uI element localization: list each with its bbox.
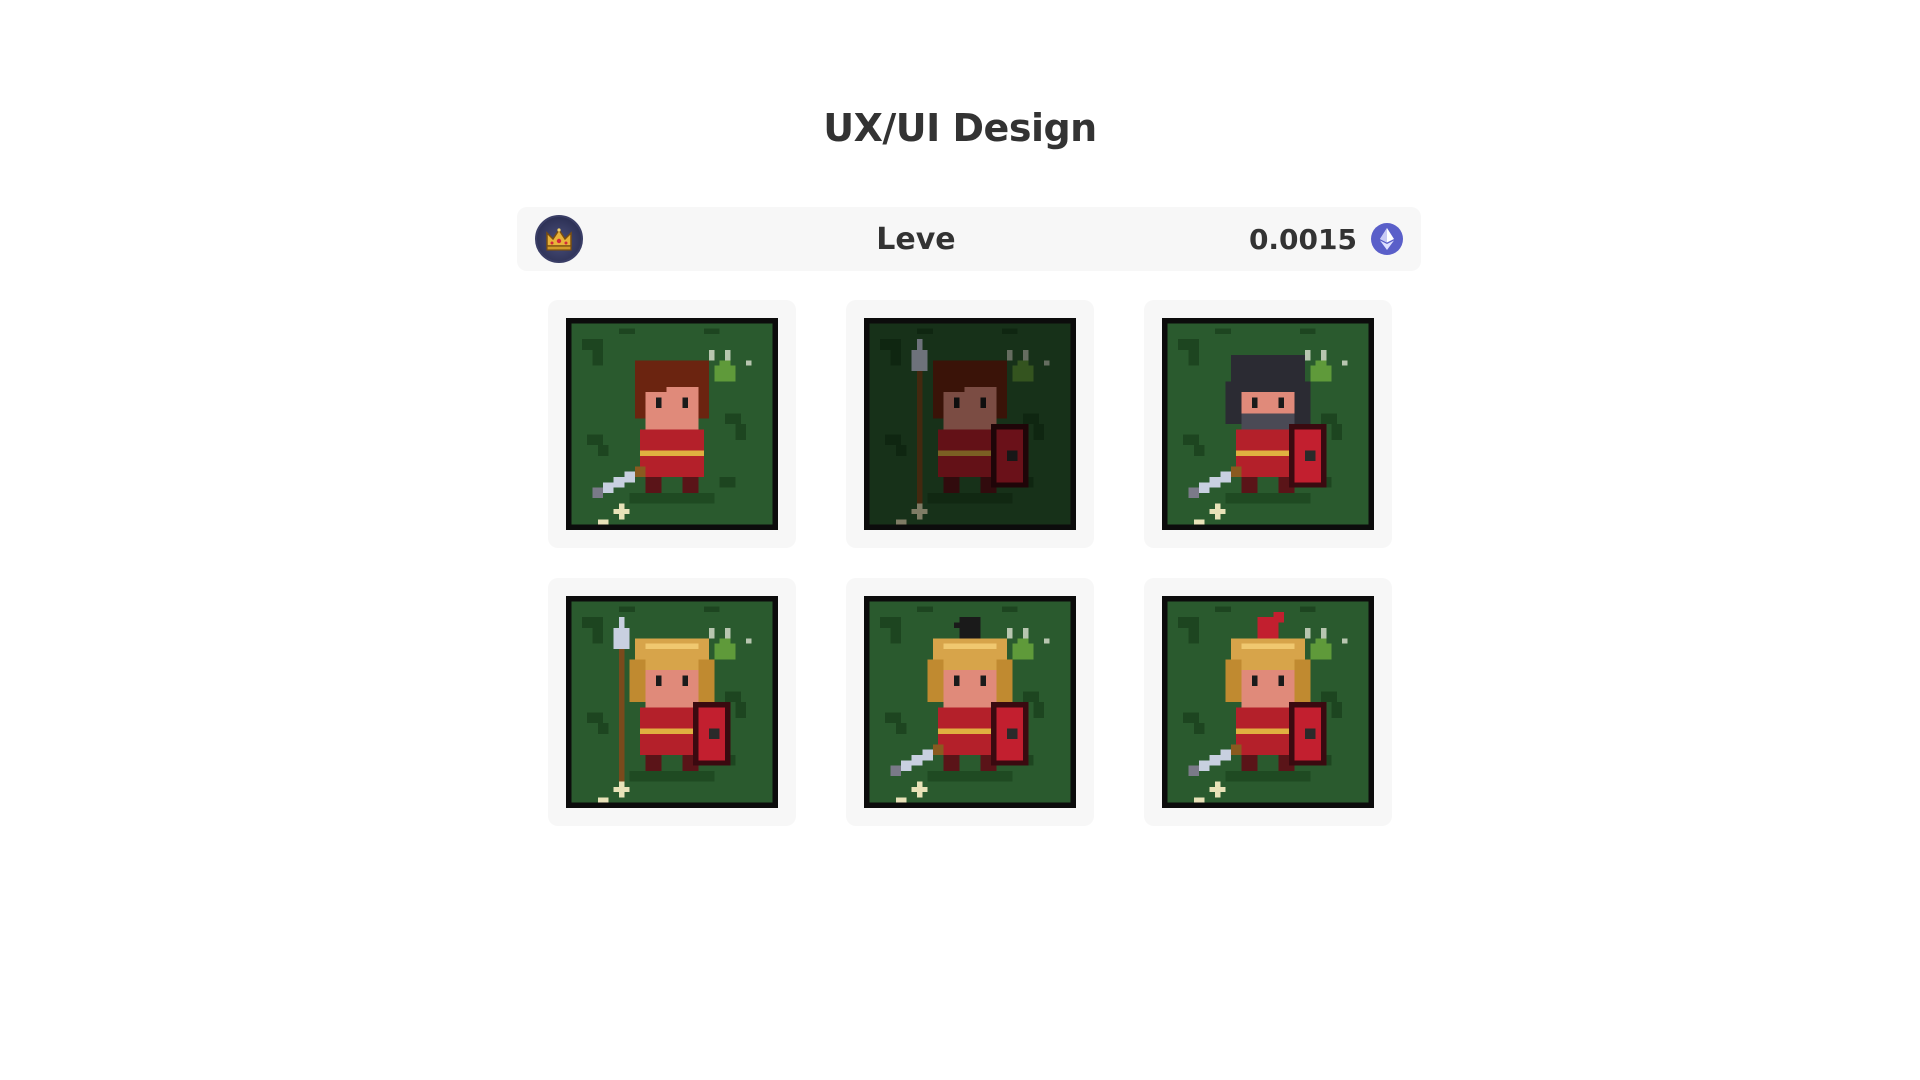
crown-icon <box>546 228 572 251</box>
user-name[interactable]: Leve <box>583 222 1249 257</box>
ethereum-icon <box>1371 223 1403 255</box>
warrior-nft-image <box>566 318 778 530</box>
collection-header: Leve 0.0015 <box>517 207 1421 271</box>
warrior-nft-image <box>1162 318 1374 530</box>
nft-card[interactable] <box>1144 300 1392 548</box>
nft-card[interactable] <box>548 300 796 548</box>
nft-card[interactable] <box>846 300 1094 548</box>
warrior-nft-image <box>864 596 1076 808</box>
warrior-nft-image <box>1162 596 1374 808</box>
warrior-nft-image <box>566 596 778 808</box>
avatar[interactable] <box>535 215 583 263</box>
nft-grid <box>548 300 1392 826</box>
nft-card[interactable] <box>1144 578 1392 826</box>
price-value: 0.0015 <box>1248 222 1357 256</box>
warrior-nft-image <box>864 318 1076 530</box>
page-title: UX/UI Design <box>823 106 1097 150</box>
nft-card[interactable] <box>548 578 796 826</box>
price: 0.0015 <box>1249 223 1403 256</box>
nft-card[interactable] <box>846 578 1094 826</box>
